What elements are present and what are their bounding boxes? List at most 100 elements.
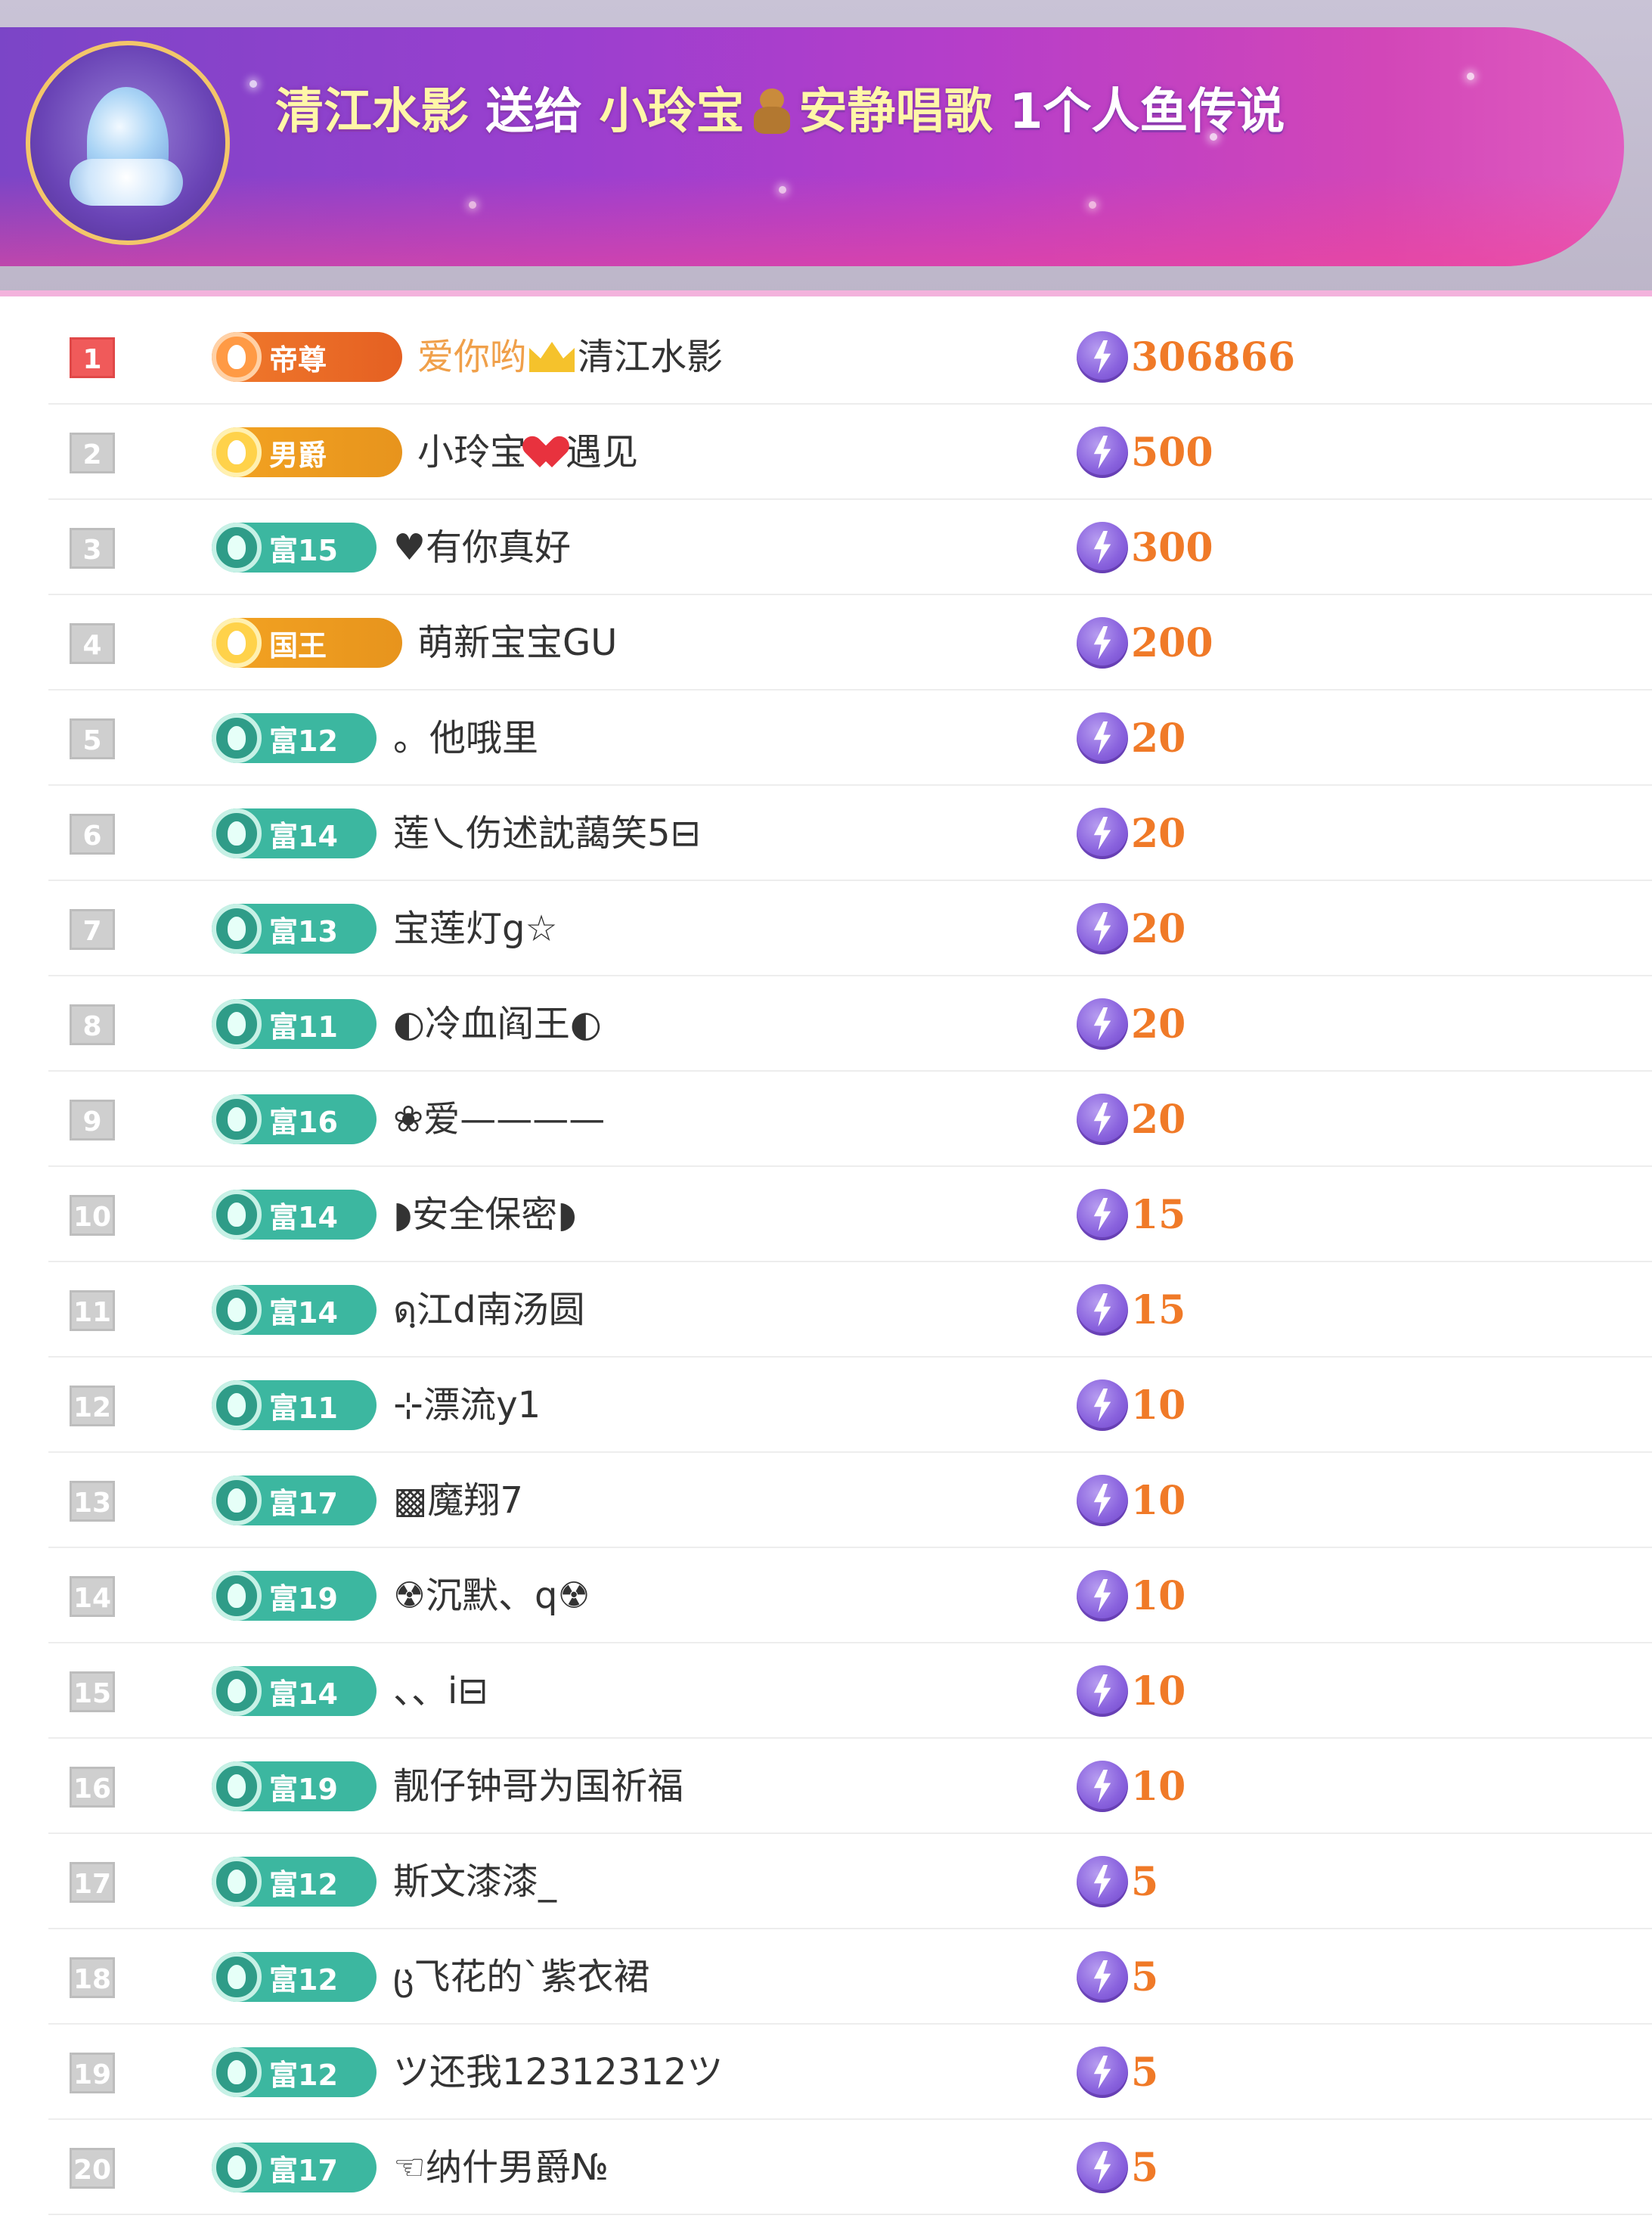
table-row[interactable]: 15 富14 、、i⊟ 10 <box>0 1643 1652 1739</box>
user-name[interactable]: 斯文漆漆_ <box>393 1834 556 1929</box>
rank-number: 10 <box>70 1195 115 1236</box>
contribution-amount: 10 <box>1077 1453 1186 1548</box>
table-row[interactable]: 4 国王 萌新宝宝GU 200 <box>0 595 1652 690</box>
rank-number: 12 <box>70 1386 115 1426</box>
contribution-amount: 15 <box>1077 1167 1186 1262</box>
table-row[interactable]: 17 富12 斯文漆漆_ 5 <box>0 1834 1652 1929</box>
table-row[interactable]: 8 富11 ◐冷血阎王◐ 20 <box>0 976 1652 1072</box>
rank-number: 4 <box>70 623 115 664</box>
contribution-amount: 500 <box>1077 405 1213 500</box>
table-row[interactable]: 6 富14 莲乀伤述訦藹笑5⊟ 20 <box>0 786 1652 881</box>
user-name[interactable]: 。他哦里 <box>393 690 538 786</box>
table-row[interactable]: 20 富17 ☜纳什男爵№ 5 <box>0 2120 1652 2215</box>
banner-receiver-b[interactable]: 安静唱歌 <box>799 84 993 140</box>
badge-coin-icon <box>212 2047 262 2097</box>
contribution-amount: 5 <box>1077 1834 1158 1929</box>
contribution-amount: 306866 <box>1077 309 1295 405</box>
rank-number: 16 <box>70 1767 115 1808</box>
table-row[interactable]: 16 富19 靓仔钟哥为国祈福 10 <box>0 1739 1652 1834</box>
lightning-coin-icon <box>1077 617 1128 669</box>
user-name[interactable]: ◐冷血阎王◐ <box>393 976 602 1072</box>
user-name[interactable]: ☢沉默、q☢ <box>393 1548 590 1643</box>
table-row[interactable]: 9 富16 ❀爱———— 20 <box>0 1072 1652 1167</box>
lightning-coin-icon <box>1077 1570 1128 1621</box>
lightning-coin-icon <box>1077 712 1128 764</box>
level-badge: 富16 <box>212 1094 377 1144</box>
level-badge: 富17 <box>212 2143 377 2192</box>
user-name[interactable]: ☜纳什男爵№ <box>393 2120 609 2215</box>
level-badge: 富19 <box>212 1571 377 1621</box>
rank-number: 9 <box>70 1100 115 1140</box>
contribution-amount: 20 <box>1077 786 1186 881</box>
user-name[interactable]: ⊹漂流y1 <box>393 1358 541 1453</box>
bear-icon <box>749 85 795 134</box>
user-name[interactable]: 宝莲灯g☆ <box>393 881 558 976</box>
user-name[interactable]: 莲乀伤述訦藹笑5⊟ <box>393 786 701 881</box>
heart-icon <box>529 437 563 467</box>
table-row[interactable]: 3 富15 ♥有你真好 300 <box>0 500 1652 595</box>
user-name[interactable]: ც飞花的`紫衣裙 <box>393 1929 649 2025</box>
badge-coin-icon <box>212 808 262 858</box>
table-row[interactable]: 7 富13 宝莲灯g☆ 20 <box>0 881 1652 976</box>
user-name[interactable]: ดฺ江d南汤圆 <box>393 1262 585 1358</box>
table-row[interactable]: 18 富12 ც飞花的`紫衣裙 5 <box>0 1929 1652 2025</box>
banner-receiver[interactable]: 小玲宝 <box>600 84 745 140</box>
table-row[interactable]: 1 帝尊 爱你哟 清江水影 306866 <box>0 309 1652 405</box>
gift-avatar[interactable] <box>26 41 230 245</box>
user-name[interactable]: 萌新宝宝GU <box>417 595 617 690</box>
lightning-coin-icon <box>1077 1475 1128 1526</box>
rank-number: 14 <box>70 1576 115 1617</box>
rank-number: 18 <box>70 1957 115 1998</box>
cloud-icon <box>70 159 183 206</box>
badge-coin-icon <box>212 999 262 1049</box>
table-row[interactable]: 19 富12 ツ还我12312312ツ 5 <box>0 2025 1652 2120</box>
banner-gift: 1个人鱼传说 <box>1009 84 1285 140</box>
rank-number: 1 <box>70 337 115 378</box>
user-name[interactable]: ♥有你真好 <box>393 500 571 595</box>
badge-coin-icon <box>212 332 262 382</box>
rank-number: 6 <box>70 814 115 855</box>
gift-banner[interactable]: 清江水影 送给 小玲宝 安静唱歌 1个人鱼传说 <box>0 27 1624 266</box>
table-row[interactable]: 10 富14 ◗安全保密◗ 15 <box>0 1167 1652 1262</box>
user-name[interactable]: 、、i⊟ <box>393 1643 488 1739</box>
user-name[interactable]: ❀爱———— <box>393 1072 605 1167</box>
rank-number: 7 <box>70 909 115 950</box>
user-name[interactable]: ◗安全保密◗ <box>393 1167 577 1262</box>
level-badge: 富12 <box>212 1857 377 1907</box>
lightning-coin-icon <box>1077 2047 1128 2098</box>
level-badge: 富12 <box>212 713 377 763</box>
sparkle-icon <box>1467 73 1474 80</box>
sparkle-icon <box>1089 201 1096 209</box>
rank-number: 5 <box>70 718 115 759</box>
user-name[interactable]: 靓仔钟哥为国祈福 <box>393 1739 683 1834</box>
user-name[interactable]: ツ还我12312312ツ <box>393 2025 723 2120</box>
level-badge: 富13 <box>212 904 377 954</box>
lightning-coin-icon <box>1077 427 1128 478</box>
lightning-coin-icon <box>1077 808 1128 859</box>
sparkle-icon <box>779 186 786 194</box>
user-name[interactable]: 爱你哟 清江水影 <box>417 309 723 405</box>
banner-sender[interactable]: 清江水影 <box>275 84 469 140</box>
lightning-coin-icon <box>1077 522 1128 573</box>
badge-coin-icon <box>212 1571 262 1621</box>
level-badge: 富17 <box>212 1476 377 1525</box>
table-row[interactable]: 12 富11 ⊹漂流y1 10 <box>0 1358 1652 1453</box>
table-row[interactable]: 14 富19 ☢沉默、q☢ 10 <box>0 1548 1652 1643</box>
user-name[interactable]: ▩魔翔7 <box>393 1453 523 1548</box>
level-badge: 富12 <box>212 1952 377 2002</box>
table-row[interactable]: 13 富17 ▩魔翔7 10 <box>0 1453 1652 1548</box>
contribution-amount: 10 <box>1077 1739 1186 1834</box>
badge-coin-icon <box>212 904 262 954</box>
badge-coin-icon <box>212 618 262 668</box>
lightning-coin-icon <box>1077 331 1128 383</box>
table-row[interactable]: 2 男爵 小玲宝 遇见 500 <box>0 405 1652 500</box>
table-row[interactable]: 5 富12 。他哦里 20 <box>0 690 1652 786</box>
table-row[interactable]: 11 富14 ดฺ江d南汤圆 15 <box>0 1262 1652 1358</box>
banner-divider <box>0 290 1652 296</box>
crown-icon <box>529 342 575 372</box>
contribution-amount: 15 <box>1077 1262 1186 1358</box>
user-name[interactable]: 小玲宝 遇见 <box>417 405 638 500</box>
level-badge: 富19 <box>212 1761 377 1811</box>
contribution-amount: 20 <box>1077 881 1186 976</box>
lightning-coin-icon <box>1077 998 1128 1050</box>
